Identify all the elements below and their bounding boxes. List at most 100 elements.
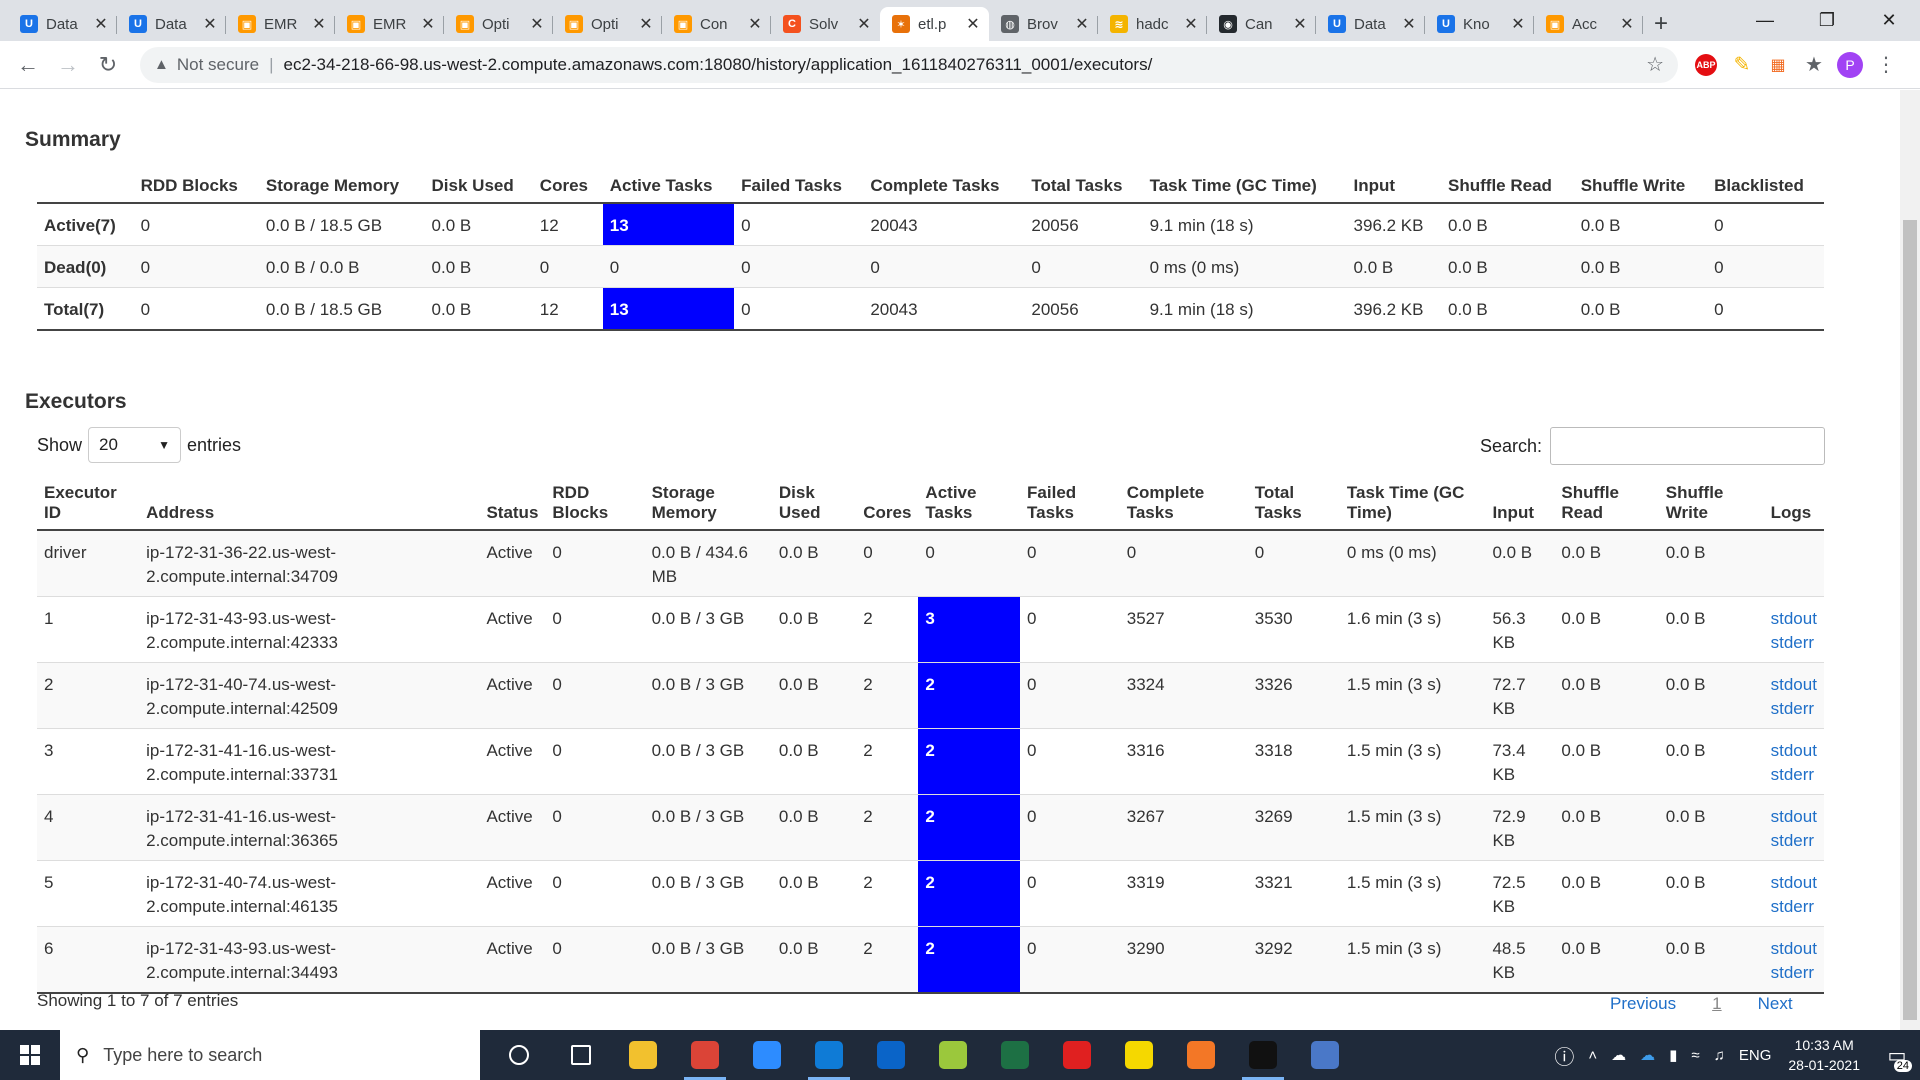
windows-start-icon[interactable]	[0, 1030, 60, 1080]
current-page-link[interactable]: 1	[1712, 994, 1721, 1014]
summary-header-cell[interactable]	[37, 170, 134, 204]
executors-header-cell[interactable]: Input	[1485, 477, 1555, 531]
next-page-link[interactable]: Next	[1758, 994, 1793, 1014]
tab-close-icon[interactable]: ✕	[856, 14, 872, 34]
browser-tab[interactable]: ✶ etl.p ✕	[880, 7, 989, 41]
summary-header-cell[interactable]: Disk Used	[424, 170, 533, 204]
log-link-stdout[interactable]: stdout	[1771, 739, 1817, 763]
log-link-stdout[interactable]: stdout	[1771, 673, 1817, 697]
maximize-icon[interactable]: ❐	[1796, 0, 1858, 41]
network-app-icon[interactable]	[1294, 1030, 1356, 1080]
tab-close-icon[interactable]: ✕	[638, 14, 654, 34]
forward-arrow-icon[interactable]: →	[48, 45, 88, 85]
executors-header-cell[interactable]: RDD Blocks	[545, 477, 645, 531]
summary-header-cell[interactable]: Total Tasks	[1024, 170, 1143, 204]
summary-header-cell[interactable]: Complete Tasks	[863, 170, 1025, 204]
browser-tab[interactable]: ≋ hadc ✕	[1098, 7, 1207, 41]
jupyter-icon[interactable]	[1170, 1030, 1232, 1080]
browser-tab[interactable]: ▣ Opti ✕	[444, 7, 553, 41]
executors-header-cell[interactable]: Disk Used	[771, 477, 857, 531]
executors-header-cell[interactable]: Failed Tasks	[1020, 477, 1120, 531]
chrome-icon[interactable]	[674, 1030, 736, 1080]
executors-header-cell[interactable]: Status	[479, 477, 546, 531]
summary-header-cell[interactable]: Blacklisted	[1707, 170, 1824, 204]
back-arrow-icon[interactable]: ←	[8, 45, 48, 85]
executors-header-cell[interactable]: Task Time (GC Time)	[1339, 477, 1486, 531]
help-icon[interactable]: ⓘ	[1554, 1041, 1574, 1070]
close-window-icon[interactable]: ✕	[1858, 0, 1920, 41]
edge-icon[interactable]	[798, 1030, 860, 1080]
taskbar-search-box[interactable]: ⚲ Type here to search	[60, 1030, 480, 1080]
browser-tab[interactable]: ▣ EMR ✕	[226, 7, 335, 41]
summary-header-cell[interactable]: Input	[1346, 170, 1442, 204]
volume-icon[interactable]: ♫	[1714, 1047, 1725, 1064]
browser-tab[interactable]: U Data ✕	[117, 7, 226, 41]
tab-close-icon[interactable]: ✕	[529, 14, 545, 34]
battery-icon[interactable]: ▮	[1669, 1046, 1677, 1064]
signal-bars-icon[interactable]: ▦	[1760, 47, 1796, 83]
tab-close-icon[interactable]: ✕	[747, 14, 763, 34]
tab-close-icon[interactable]: ✕	[1619, 14, 1635, 34]
log-link-stdout[interactable]: stdout	[1771, 805, 1817, 829]
executors-header-cell[interactable]: Total Tasks	[1247, 477, 1340, 531]
browser-tab[interactable]: U Data ✕	[1316, 7, 1425, 41]
tab-close-icon[interactable]: ✕	[965, 14, 981, 34]
browser-tab[interactable]: C Solv ✕	[771, 7, 880, 41]
browser-tab[interactable]: ▣ Acc ✕	[1534, 7, 1643, 41]
log-link-stdout[interactable]: stdout	[1771, 937, 1817, 961]
wifi-icon[interactable]: ≈	[1691, 1047, 1699, 1064]
sticky-notes-icon[interactable]	[1108, 1030, 1170, 1080]
tab-close-icon[interactable]: ✕	[1074, 14, 1090, 34]
bookmark-star-icon[interactable]: ☆	[1646, 52, 1664, 77]
tab-close-icon[interactable]: ✕	[311, 14, 327, 34]
terminal-icon[interactable]	[1232, 1030, 1294, 1080]
excel-icon[interactable]	[984, 1030, 1046, 1080]
executors-header-cell[interactable]: Complete Tasks	[1119, 477, 1248, 531]
tab-close-icon[interactable]: ✕	[1183, 14, 1199, 34]
browser-tab[interactable]: ◍ Brov ✕	[989, 7, 1098, 41]
log-link-stderr[interactable]: stderr	[1771, 961, 1817, 985]
summary-header-cell[interactable]: Failed Tasks	[734, 170, 864, 204]
onedrive-icon[interactable]: ☁	[1640, 1046, 1655, 1064]
reload-icon[interactable]: ↻	[88, 45, 128, 85]
executors-header-cell[interactable]: Cores	[856, 477, 919, 531]
page-size-select[interactable]: 20 ▼	[88, 427, 182, 463]
chevron-up-icon[interactable]: ˄	[1588, 1047, 1597, 1064]
language-indicator[interactable]: ENG	[1739, 1047, 1772, 1064]
url-text[interactable]: ec2-34-218-66-98.us-west-2.compute.amazo…	[283, 55, 1646, 75]
file-explorer-icon[interactable]	[612, 1030, 674, 1080]
tab-close-icon[interactable]: ✕	[93, 14, 109, 34]
new-tab-button[interactable]: +	[1643, 7, 1679, 41]
profile-avatar[interactable]: P	[1832, 47, 1868, 83]
notification-center-icon[interactable]: ▭ 24	[1874, 1030, 1920, 1080]
minimize-icon[interactable]: —	[1734, 0, 1796, 41]
scrollbar-thumb[interactable]	[1903, 220, 1917, 1020]
highlighter-icon[interactable]: ✎	[1724, 47, 1760, 83]
browser-tab[interactable]: U Kno ✕	[1425, 7, 1534, 41]
browser-tab[interactable]: ▣ Opti ✕	[553, 7, 662, 41]
tab-close-icon[interactable]: ✕	[1510, 14, 1526, 34]
browser-tab[interactable]: ▣ EMR ✕	[335, 7, 444, 41]
browser-tab[interactable]: ▣ Con ✕	[662, 7, 771, 41]
executors-header-cell[interactable]: Executor ID	[37, 477, 140, 531]
executors-header-cell[interactable]: Address	[139, 477, 480, 531]
cloud-icon[interactable]: ☁	[1611, 1046, 1626, 1064]
adblock-icon[interactable]: ABP	[1688, 47, 1724, 83]
outlook-icon[interactable]	[860, 1030, 922, 1080]
tab-close-icon[interactable]: ✕	[1292, 14, 1308, 34]
tab-close-icon[interactable]: ✕	[1401, 14, 1417, 34]
cortana-icon[interactable]	[488, 1030, 550, 1080]
log-link-stdout[interactable]: stdout	[1771, 871, 1817, 895]
search-input[interactable]	[1550, 427, 1826, 465]
summary-header-cell[interactable]: Active Tasks	[602, 170, 735, 204]
tab-close-icon[interactable]: ✕	[202, 14, 218, 34]
previous-page-link[interactable]: Previous	[1610, 994, 1676, 1014]
puzzle-extensions-icon[interactable]: ★	[1796, 47, 1832, 83]
summary-header-cell[interactable]: Shuffle Read	[1441, 170, 1574, 204]
address-bar[interactable]: ▲ Not secure | ec2-34-218-66-98.us-west-…	[140, 46, 1678, 83]
executors-header-cell[interactable]: Active Tasks	[918, 477, 1021, 531]
executors-header-cell[interactable]: Logs	[1763, 477, 1824, 531]
zoom-icon[interactable]	[736, 1030, 798, 1080]
summary-header-cell[interactable]: RDD Blocks	[133, 170, 259, 204]
browser-tab[interactable]: U Data ✕	[8, 7, 117, 41]
